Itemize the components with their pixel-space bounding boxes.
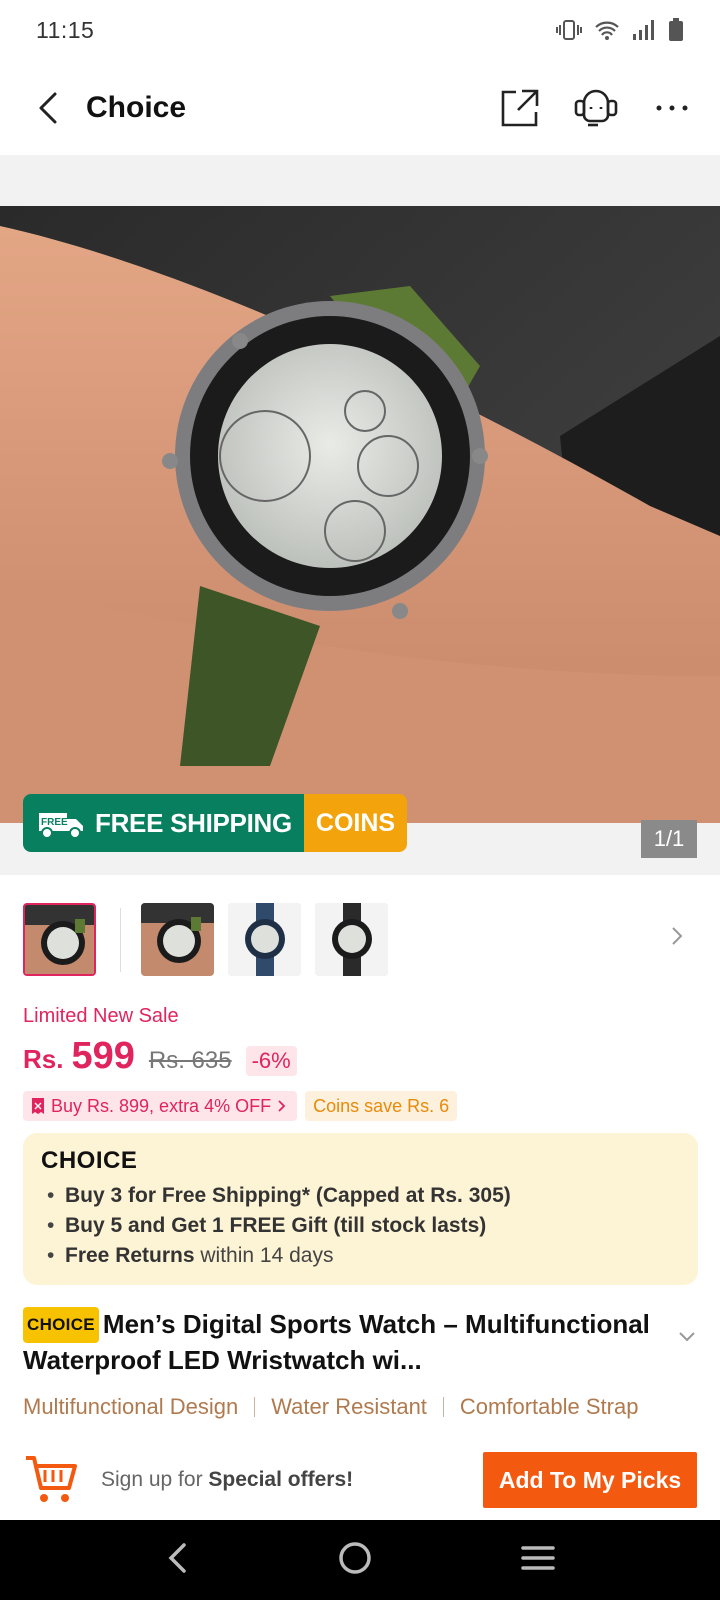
choice-badge: CHOICE [23,1307,99,1343]
coins-text: COINS [315,808,396,837]
chevron-down-icon [679,1332,695,1342]
system-navigation-bar [0,1520,720,1600]
choice-benefits-card[interactable]: CHOICE Buy 3 for Free Shipping* (Capped … [23,1133,698,1285]
feature-tag: Water Resistant [271,1394,427,1419]
product-title: CHOICE Men’s Digital Sports Watch – Multi… [23,1307,673,1377]
free-badge-text: FREE [41,817,68,828]
price-currency: Rs. [23,1044,64,1074]
thumbnail-image [141,903,214,976]
system-recents-button[interactable] [521,1544,556,1577]
recents-menu-icon [521,1545,556,1570]
thumbnail-3[interactable] [228,903,301,976]
original-price: Rs. 635 [148,1047,232,1074]
list-item: Free Returns within 14 days [41,1241,680,1271]
choice-logo-text: CHOICE [41,1147,138,1174]
list-item: Buy 3 for Free Shipping* (Capped at Rs. … [41,1181,680,1211]
list-item: Buy 5 and Get 1 FREE Gift (till stock la… [41,1211,680,1241]
vibrate-icon [556,19,582,41]
feature-tag: Comfortable Strap [459,1394,639,1419]
status-time: 11:15 [36,16,95,43]
feature-tags: Multifunctional Design Water Resistant C… [23,1390,720,1424]
thumbnail-divider [120,907,121,972]
cart-button[interactable] [23,1452,79,1508]
chevron-right-icon [278,1100,286,1112]
current-price: 599 [71,1035,135,1077]
chevron-right-icon [672,927,683,945]
system-back-button[interactable] [165,1542,189,1579]
product-title-block[interactable]: CHOICE Men’s Digital Sports Watch – Multi… [23,1307,673,1377]
feature-divider [254,1397,256,1417]
product-title-text: Men’s Digital Sports Watch – Multifuncti… [23,1309,650,1375]
thumbnail-image [25,905,94,974]
free-shipping-text: FREE SHIPPING [95,807,292,838]
signal-icon [632,19,656,41]
share-button[interactable] [496,84,544,132]
image-page-counter: 1/1 [641,820,697,858]
status-bar: 11:15 [0,0,720,60]
thumbnail-4[interactable] [315,903,388,976]
sale-label: Limited New Sale [23,1005,179,1027]
wifi-icon [594,19,620,41]
feature-tag: Multifunctional Design [23,1394,239,1419]
feature-divider [442,1397,444,1417]
more-dots-icon [656,105,688,110]
product-image-gallery[interactable] [0,206,720,823]
thumbnail-1[interactable] [23,903,96,976]
bundle-offer-text: Buy Rs. 899, extra 4% OFF [51,1095,272,1116]
add-to-my-picks-button[interactable]: Add To My Picks [483,1452,697,1508]
free-shipping-section: FREE FREE SHIPPING [23,794,304,852]
system-home-button[interactable] [338,1541,372,1580]
status-icons [556,18,684,42]
thumbnail-strip [23,903,402,976]
coins-save-pill: Coins save Rs. 6 [305,1091,458,1121]
price-row: Rs. 599 Rs. 635 -6% [23,1035,297,1078]
thumbnail-image [228,903,301,976]
thumbnail-image [315,903,388,976]
page-title: Choice [86,90,187,124]
choice-logo: CHOICE [41,1147,680,1175]
signup-prompt[interactable]: Sign up for Special offers! [101,1468,483,1492]
shopping-cart-icon [26,1456,77,1502]
back-button[interactable] [24,84,72,132]
thumbnail-2[interactable] [141,903,214,976]
bottom-action-bar: Sign up for Special offers! Add To My Pi… [0,1440,720,1520]
expand-title-button[interactable] [678,1330,696,1348]
top-nav: Choice [0,60,720,155]
home-circle-icon [339,1541,371,1574]
gallery-top-spacer [0,155,720,207]
watch-product-image [0,206,720,823]
nav-actions [496,84,696,132]
back-arrow-icon [39,92,57,123]
discount-badge: -6% [245,1046,297,1076]
bundle-offer-pill[interactable]: Buy Rs. 899, extra 4% OFF [23,1091,298,1121]
more-options-button[interactable] [648,84,696,132]
share-icon [501,89,539,126]
coins-section: COINS [303,794,408,852]
customer-service-button[interactable] [572,84,620,132]
thumbnail-next-button[interactable] [670,925,684,952]
free-shipping-coins-banner: FREE FREE SHIPPING COINS [23,794,408,852]
battery-icon [668,18,684,42]
support-agent-icon [574,89,618,126]
back-arrow-icon [168,1542,186,1573]
delivery-truck-icon: FREE [39,813,83,839]
coupon-icon [32,1098,44,1114]
promo-row: Buy Rs. 899, extra 4% OFF Coins save Rs.… [23,1091,458,1121]
coins-save-text: Coins save Rs. 6 [313,1095,450,1116]
choice-benefits-list: Buy 3 for Free Shipping* (Capped at Rs. … [41,1181,680,1271]
